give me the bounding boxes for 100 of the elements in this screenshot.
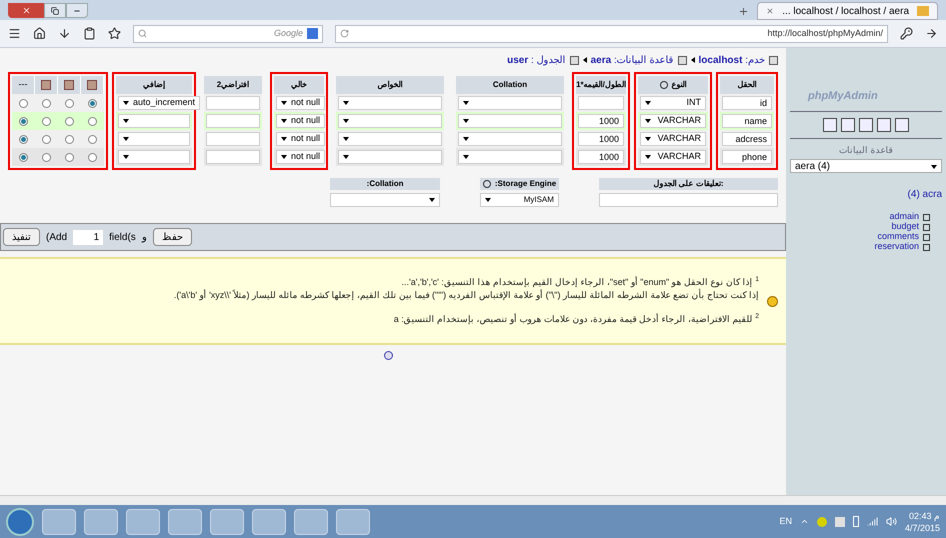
caret-icon [463, 119, 469, 123]
caret-icon [645, 119, 651, 123]
column-header: النوع [638, 76, 708, 94]
address-field[interactable]: http://localhost/phpMyAdmin/ [335, 24, 888, 42]
option-label: :Collation [330, 178, 440, 190]
add-label: (Add [46, 230, 68, 244]
breadcrumb-icon [678, 56, 687, 64]
index-radio[interactable] [88, 116, 97, 126]
reload-icon[interactable] [340, 29, 349, 38]
index-radio[interactable] [65, 98, 74, 108]
caret-icon [463, 137, 469, 141]
index-radio[interactable] [65, 116, 74, 126]
logo: phpMyAdmin [808, 89, 879, 104]
index-radio[interactable] [42, 152, 51, 162]
type-select[interactable]: VARCHAR [640, 114, 706, 128]
search-field[interactable]: Google [133, 24, 323, 42]
engine-select[interactable]: MyISAM [480, 193, 559, 207]
caret-icon [463, 155, 469, 159]
volume-icon[interactable] [886, 516, 897, 527]
column-header: الطول/القيمه*1 [576, 76, 626, 94]
column-header: الخواص [336, 76, 444, 94]
caret-icon [429, 198, 436, 202]
length-input[interactable] [578, 96, 624, 110]
field-count-input[interactable]: 1 [73, 230, 104, 244]
comments-input[interactable] [598, 193, 778, 207]
go-icon[interactable] [925, 27, 938, 40]
caret-icon [281, 137, 287, 141]
null-select[interactable]: not null [276, 96, 326, 110]
null-select[interactable]: not null [276, 114, 326, 128]
restore-button[interactable] [44, 3, 66, 18]
default-input[interactable] [206, 114, 260, 128]
database-link[interactable]: (4) acra [908, 187, 942, 202]
default-input[interactable] [206, 132, 260, 146]
search-icon [138, 29, 147, 38]
battery-icon[interactable] [852, 516, 859, 527]
new-tab-icon[interactable] [738, 6, 750, 17]
caret-icon [645, 101, 651, 105]
null-select[interactable]: not null [276, 132, 326, 146]
column-header: --- [18, 78, 28, 92]
option-label: تعليقات على الجدول: [598, 178, 778, 190]
column-header: الحقل [720, 76, 774, 94]
column-header: خالي [274, 76, 324, 94]
index-radio[interactable] [88, 134, 97, 144]
index-radio[interactable] [65, 134, 74, 144]
menu-icon[interactable] [8, 27, 21, 40]
caret-icon [123, 101, 129, 105]
caret-icon [123, 137, 129, 141]
index-radio[interactable] [19, 152, 28, 162]
clipboard-icon[interactable] [83, 27, 96, 40]
go-button[interactable]: تنفيذ [3, 228, 40, 246]
column-header: إضافي [116, 76, 192, 94]
index-radio[interactable] [19, 134, 28, 144]
star-icon[interactable] [108, 27, 121, 40]
caret-icon [343, 119, 349, 123]
field-name-input[interactable]: name [722, 114, 772, 128]
caret-icon [931, 164, 937, 168]
tray-icon[interactable] [816, 516, 827, 526]
caret-icon [343, 101, 349, 105]
option-label: :Storage Engine [494, 178, 556, 190]
length-input[interactable]: 1000 [578, 150, 624, 164]
index-radio[interactable] [88, 152, 97, 162]
database-label: قاعدة البيانات [838, 144, 894, 156]
close-icon [22, 6, 30, 15]
caret-icon [281, 155, 287, 159]
type-select[interactable]: VARCHAR [640, 150, 706, 164]
restore-icon [51, 6, 59, 14]
save-button[interactable]: حفظ [152, 228, 192, 246]
caret-icon [645, 137, 651, 141]
caret-icon [123, 119, 129, 123]
field-name-input[interactable]: adcress [722, 132, 772, 146]
index-radio[interactable] [42, 98, 51, 108]
length-input[interactable]: 1000 [578, 132, 624, 146]
close-icon[interactable] [766, 7, 774, 15]
download-icon[interactable] [58, 27, 71, 40]
default-input[interactable] [206, 150, 260, 164]
index-radio[interactable] [65, 152, 74, 162]
caret-icon [485, 198, 492, 202]
field-name-input[interactable]: id [722, 96, 772, 110]
column-header: Collation [456, 76, 564, 94]
caret-icon [123, 155, 129, 159]
length-input[interactable]: 1000 [578, 114, 624, 128]
index-radio[interactable] [42, 134, 51, 144]
caret-icon [281, 101, 287, 105]
type-select[interactable]: VARCHAR [640, 132, 706, 146]
extra-select[interactable]: auto_increment [118, 96, 200, 110]
null-select[interactable]: not null [276, 150, 326, 164]
browser-tab[interactable]: ... localhost / localhost / aera [757, 2, 938, 20]
default-input[interactable] [206, 96, 260, 110]
caret-icon [343, 137, 349, 141]
field-name-input[interactable]: phone [722, 150, 772, 164]
database-select[interactable]: aera (4) [790, 159, 942, 173]
index-radio[interactable] [42, 116, 51, 126]
index-radio[interactable] [19, 116, 28, 126]
breadcrumb-icon [570, 56, 579, 64]
index-radio[interactable] [88, 98, 97, 108]
breadcrumb-icon [769, 56, 778, 64]
caret-icon [463, 101, 469, 105]
type-select[interactable]: INT [640, 96, 706, 110]
info-icon [767, 296, 778, 306]
index-radio[interactable] [19, 98, 28, 108]
